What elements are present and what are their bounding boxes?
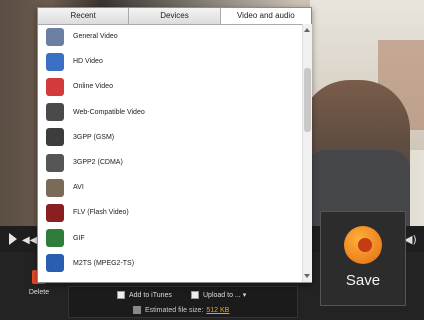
estimated-size-label: Estimated file size:: [145, 306, 204, 314]
format-item-general-video[interactable]: General Video: [38, 24, 302, 49]
flv-icon: [46, 203, 64, 222]
scroll-up-arrow-icon[interactable]: [304, 28, 310, 32]
format-item-online-video[interactable]: Online Video: [38, 74, 302, 99]
online-video-icon: [46, 77, 64, 96]
format-item-gif[interactable]: GIF: [38, 226, 302, 251]
estimated-size-value[interactable]: 512 KB: [206, 307, 229, 314]
3gpp2-icon: [46, 153, 64, 172]
save-film-reel-icon: [344, 226, 382, 264]
3gpp-icon: [46, 128, 64, 147]
output-options: Add to iTunes Upload to ... ▾ Estimated …: [68, 286, 298, 318]
format-label: FLV (Flash Video): [73, 209, 129, 217]
format-item-flv[interactable]: FLV (Flash Video): [38, 200, 302, 225]
format-item-3gpp2[interactable]: 3GPP2 (CDMA): [38, 150, 302, 175]
delete-label: Delete: [28, 289, 50, 296]
format-item-avi[interactable]: AVI: [38, 175, 302, 200]
add-to-itunes-checkbox[interactable]: Add to iTunes: [117, 291, 172, 299]
tab-recent[interactable]: Recent: [38, 8, 130, 24]
format-list-scrollbar[interactable]: [302, 24, 312, 282]
checkbox-icon[interactable]: [191, 291, 199, 300]
scrollbar-thumb[interactable]: [304, 68, 311, 132]
m2ts-icon: [46, 254, 64, 273]
upload-dropdown-arrow[interactable]: ▾: [243, 292, 247, 299]
format-label: AVI: [73, 184, 84, 192]
format-label: HD Video: [73, 58, 103, 66]
format-item-web-compatible-video[interactable]: Web-Compatible Video: [38, 100, 302, 125]
format-label: Web-Compatible Video: [73, 108, 145, 116]
upload-to-checkbox[interactable]: Upload to ... ▾: [191, 291, 247, 300]
play-icon[interactable]: [9, 233, 17, 245]
upload-to-label: Upload to ...: [203, 292, 241, 299]
gif-icon: [46, 229, 64, 248]
format-label: GIF: [73, 234, 85, 242]
save-button[interactable]: Save: [320, 211, 406, 306]
rewind-icon[interactable]: ◀◀: [22, 235, 37, 246]
html5-video-icon: [46, 103, 64, 122]
general-video-icon: [46, 27, 64, 46]
format-item-3gpp[interactable]: 3GPP (GSM): [38, 125, 302, 150]
add-to-itunes-label: Add to iTunes: [129, 291, 172, 299]
file-size-icon: [133, 306, 141, 314]
tab-devices[interactable]: Devices: [129, 8, 221, 24]
format-label: 3GPP (GSM): [73, 133, 115, 141]
tab-video-and-audio[interactable]: Video and audio: [220, 8, 311, 24]
estimated-size-row: Estimated file size: 512 KB: [133, 306, 229, 314]
save-label: Save: [345, 272, 381, 289]
format-label: M2TS (MPEG2-TS): [73, 259, 135, 267]
hd-video-icon: [46, 52, 64, 71]
format-label: General Video: [73, 33, 118, 41]
format-item-hd-video[interactable]: HD Video: [38, 49, 302, 74]
format-list: General Video HD Video Online Video Web-…: [38, 24, 302, 282]
format-label: Online Video: [73, 83, 113, 91]
avi-icon: [46, 178, 64, 197]
format-item-m2ts[interactable]: M2TS (MPEG2-TS): [38, 251, 302, 276]
format-label: 3GPP2 (CDMA): [73, 159, 123, 167]
format-tabs: Recent Devices Video and audio: [38, 8, 311, 25]
format-dropdown-panel: Recent Devices Video and audio General V…: [37, 7, 312, 283]
checkbox-icon[interactable]: [117, 291, 125, 299]
scroll-down-arrow-icon[interactable]: [304, 274, 310, 278]
